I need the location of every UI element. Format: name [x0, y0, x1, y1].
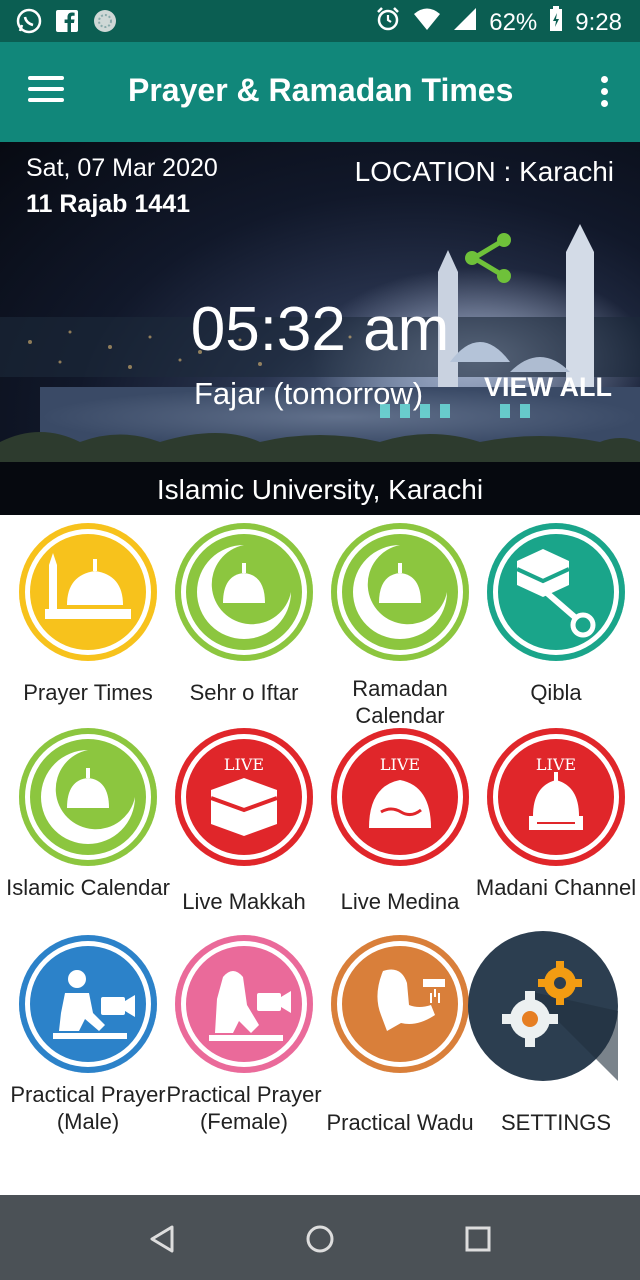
app-icon	[92, 8, 118, 34]
whatsapp-icon	[16, 8, 42, 34]
location-label[interactable]: LOCATION : Karachi	[355, 156, 614, 188]
live-badge: LIVE	[536, 755, 576, 774]
wifi-icon	[413, 7, 441, 38]
clock: 9:28	[575, 8, 622, 36]
feature-grid: Prayer Times Sehr o Iftar Ramadan Calend…	[0, 515, 640, 1195]
back-icon[interactable]	[142, 1219, 182, 1259]
crescent-dome-icon	[331, 523, 469, 661]
place-name: Islamic University, Karachi	[156, 474, 484, 505]
view-all-button[interactable]: VIEW ALL	[484, 372, 612, 403]
tile-label: Prayer Times	[23, 680, 153, 705]
live-badge: LIVE	[380, 755, 420, 774]
tile-label: Qibla	[530, 680, 582, 705]
next-prayer-time: 05:32 am	[190, 295, 450, 364]
live-kaaba-icon: LIVE	[175, 728, 313, 866]
live-badge: LIVE	[224, 755, 264, 774]
tile-practical-prayer-female[interactable]: Practical Prayer (Female)	[166, 935, 322, 1175]
tile-label: Practical Prayer (Male)	[10, 1082, 166, 1134]
crescent-dome-icon	[175, 523, 313, 661]
tile-settings[interactable]: SETTINGS	[468, 931, 634, 1171]
wadu-icon	[331, 935, 469, 1073]
next-prayer-name: Fajar (tomorrow)	[194, 376, 424, 411]
gregorian-date: Sat, 07 Mar 2020	[26, 154, 218, 182]
alarm-icon	[375, 6, 401, 39]
tile-label: Islamic Calendar	[6, 875, 170, 900]
gears-icon	[468, 931, 618, 1081]
tile-madani-channel[interactable]: LIVE Madani Channel	[476, 728, 636, 933]
tile-islamic-calendar[interactable]: Islamic Calendar	[6, 728, 170, 933]
tile-label: Practical Prayer (Female)	[166, 1082, 322, 1134]
tile-label: Practical Wadu	[326, 1110, 474, 1135]
tile-practical-wadu[interactable]: Practical Wadu	[322, 935, 478, 1175]
tile-qibla[interactable]: Qibla	[478, 523, 634, 723]
tile-label: Madani Channel	[475, 875, 637, 900]
app-bar: Prayer & Ramadan Times	[0, 42, 640, 142]
share-icon[interactable]	[460, 230, 518, 288]
home-icon[interactable]	[300, 1219, 340, 1259]
tile-label: Live Medina	[340, 889, 460, 914]
battery-percent: 62%	[489, 8, 538, 36]
male-prayer-video-icon	[19, 935, 157, 1073]
app-title: Prayer & Ramadan Times	[128, 72, 514, 108]
tile-ramadan-calendar[interactable]: Ramadan Calendar	[322, 523, 478, 728]
mosque-icon	[19, 523, 157, 661]
tile-label: SETTINGS	[500, 1110, 611, 1135]
live-channel-icon: LIVE	[487, 728, 625, 866]
tile-live-medina[interactable]: LIVE Live Medina	[322, 728, 478, 933]
kaaba-compass-icon	[487, 523, 625, 661]
system-nav-bar	[0, 1195, 640, 1280]
tile-label: Ramadan Calendar	[352, 676, 448, 728]
status-bar: 62% 9:28	[0, 0, 640, 42]
live-medina-icon: LIVE	[331, 728, 469, 866]
menu-icon[interactable]	[28, 76, 64, 106]
crescent-dome-icon	[19, 728, 157, 866]
tile-label: Sehr o Iftar	[189, 680, 299, 705]
signal-icon	[453, 7, 477, 38]
battery-icon	[549, 6, 563, 39]
hero-banner: Sat, 07 Mar 2020 11 Rajab 1441 LOCATION …	[0, 142, 640, 515]
facebook-icon	[54, 8, 80, 34]
female-prayer-video-icon	[175, 935, 313, 1073]
overflow-icon[interactable]	[598, 76, 610, 110]
tile-live-makkah[interactable]: LIVE Live Makkah	[166, 728, 322, 933]
tile-sehr-o-iftar[interactable]: Sehr o Iftar	[166, 523, 322, 723]
tile-practical-prayer-male[interactable]: Practical Prayer (Male)	[10, 935, 166, 1175]
tile-prayer-times[interactable]: Prayer Times	[10, 523, 166, 723]
hijri-date: 11 Rajab 1441	[26, 190, 191, 218]
recents-icon[interactable]	[458, 1219, 498, 1259]
tile-label: Live Makkah	[182, 889, 306, 914]
